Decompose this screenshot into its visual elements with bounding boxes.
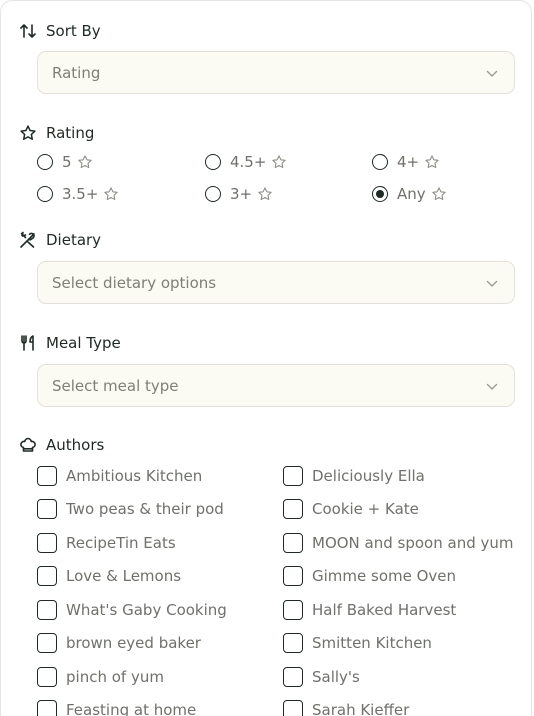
- dietary-title: Dietary: [46, 231, 102, 249]
- sort-by-value: Rating: [52, 63, 101, 82]
- author-label: Feasting at home: [66, 701, 197, 716]
- author-checkbox-item[interactable]: What's Gaby Cooking: [37, 600, 227, 620]
- author-checkbox-item[interactable]: MOON and spoon and yum: [283, 533, 513, 553]
- checkbox[interactable]: [283, 633, 303, 653]
- radio-button[interactable]: [37, 154, 53, 170]
- author-label: MOON and spoon and yum: [312, 534, 514, 552]
- star-outline-icon: [257, 186, 273, 202]
- author-checkbox-item[interactable]: Sally's: [283, 667, 360, 687]
- star-outline-icon: [103, 186, 119, 202]
- author-label: Sally's: [312, 668, 360, 686]
- dietary-select[interactable]: Select dietary options: [37, 261, 515, 304]
- rating-option-label: Any: [397, 185, 426, 203]
- checkbox[interactable]: [283, 566, 303, 586]
- meal-type-placeholder: Select meal type: [52, 376, 179, 395]
- rating-option-label: 3.5+: [62, 185, 99, 203]
- dietary-placeholder: Select dietary options: [52, 273, 217, 292]
- rating-option-4-5[interactable]: 4.5+: [205, 153, 287, 171]
- radio-button[interactable]: [37, 186, 53, 202]
- dietary-header: Dietary: [19, 231, 101, 249]
- checkbox[interactable]: [37, 466, 57, 486]
- crossed-utensils-icon: [19, 231, 37, 249]
- author-label: RecipeTin Eats: [66, 534, 176, 552]
- checkbox[interactable]: [37, 633, 57, 653]
- meal-type-select[interactable]: Select meal type: [37, 364, 515, 407]
- author-checkbox-item[interactable]: brown eyed baker: [37, 633, 201, 653]
- star-outline-icon: [424, 154, 440, 170]
- rating-option-label: 3+: [230, 185, 253, 203]
- author-checkbox-item[interactable]: Gimme some Oven: [283, 566, 456, 586]
- rating-option-3-5[interactable]: 3.5+: [37, 185, 119, 203]
- author-label: brown eyed baker: [66, 634, 201, 652]
- author-label: Deliciously Ella: [312, 467, 425, 485]
- rating-option-4[interactable]: 4+: [372, 153, 440, 171]
- author-label: pinch of yum: [66, 668, 164, 686]
- checkbox[interactable]: [37, 566, 57, 586]
- author-checkbox-item[interactable]: RecipeTin Eats: [37, 533, 176, 553]
- star-outline-icon: [431, 186, 447, 202]
- authors-header: Authors: [19, 436, 104, 454]
- author-label: Love & Lemons: [66, 567, 182, 585]
- star-outline-icon: [271, 154, 287, 170]
- sort-by-title: Sort By: [46, 22, 101, 40]
- rating-option-5[interactable]: 5: [37, 153, 93, 171]
- checkbox[interactable]: [37, 700, 57, 716]
- rating-options: 5 4.5+ 4+ 3.5+ 3+ Any: [37, 151, 497, 211]
- radio-button[interactable]: [205, 154, 221, 170]
- author-checkbox-item[interactable]: Smitten Kitchen: [283, 633, 432, 653]
- checkbox[interactable]: [283, 466, 303, 486]
- sort-by-select[interactable]: Rating: [37, 51, 515, 94]
- rating-option-any[interactable]: Any: [372, 185, 447, 203]
- chevron-down-icon: [486, 273, 498, 292]
- author-checkbox-item[interactable]: Deliciously Ella: [283, 466, 425, 486]
- author-checkbox-item[interactable]: Ambitious Kitchen: [37, 466, 202, 486]
- author-checkbox-item[interactable]: Half Baked Harvest: [283, 600, 456, 620]
- rating-option-label: 4+: [397, 153, 420, 171]
- chef-hat-icon: [19, 436, 37, 454]
- checkbox[interactable]: [37, 499, 57, 519]
- author-checkbox-item[interactable]: Feasting at home: [37, 700, 196, 716]
- author-checkbox-item[interactable]: Cookie + Kate: [283, 499, 419, 519]
- authors-title: Authors: [46, 436, 105, 454]
- meal-type-header: Meal Type: [19, 334, 121, 352]
- author-checkbox-item[interactable]: Sarah Kieffer: [283, 700, 409, 716]
- rating-option-3[interactable]: 3+: [205, 185, 273, 203]
- checkbox[interactable]: [37, 533, 57, 553]
- author-label: Cookie + Kate: [312, 500, 419, 518]
- author-label: Half Baked Harvest: [312, 601, 457, 619]
- rating-title: Rating: [46, 124, 95, 142]
- author-label: Smitten Kitchen: [312, 634, 432, 652]
- author-label: Sarah Kieffer: [312, 701, 410, 716]
- filter-panel: Sort By Rating Rating 5 4.5+ 4+ 3.5+ 3+ …: [0, 0, 532, 716]
- rating-header: Rating: [19, 124, 94, 142]
- rating-option-label: 4.5+: [230, 153, 267, 171]
- checkbox[interactable]: [283, 667, 303, 687]
- checkbox[interactable]: [283, 700, 303, 716]
- fork-knife-icon: [19, 334, 37, 352]
- checkbox[interactable]: [283, 499, 303, 519]
- star-outline-icon: [77, 154, 93, 170]
- star-icon: [19, 124, 37, 142]
- rating-option-label: 5: [62, 153, 72, 171]
- chevron-down-icon: [486, 63, 498, 82]
- checkbox[interactable]: [283, 533, 303, 553]
- author-checkbox-item[interactable]: Two peas & their pod: [37, 499, 224, 519]
- radio-button-selected[interactable]: [372, 186, 388, 202]
- author-label: Gimme some Oven: [312, 567, 457, 585]
- chevron-down-icon: [486, 376, 498, 395]
- sort-arrows-icon: [19, 22, 37, 40]
- author-label: Two peas & their pod: [66, 500, 224, 518]
- radio-button[interactable]: [205, 186, 221, 202]
- meal-type-title: Meal Type: [46, 334, 121, 352]
- checkbox[interactable]: [37, 667, 57, 687]
- author-checkbox-item[interactable]: pinch of yum: [37, 667, 164, 687]
- checkbox[interactable]: [283, 600, 303, 620]
- author-checkbox-item[interactable]: Love & Lemons: [37, 566, 181, 586]
- radio-button[interactable]: [372, 154, 388, 170]
- checkbox[interactable]: [37, 600, 57, 620]
- author-label: What's Gaby Cooking: [66, 601, 227, 619]
- author-label: Ambitious Kitchen: [66, 467, 203, 485]
- sort-by-header: Sort By: [19, 22, 101, 40]
